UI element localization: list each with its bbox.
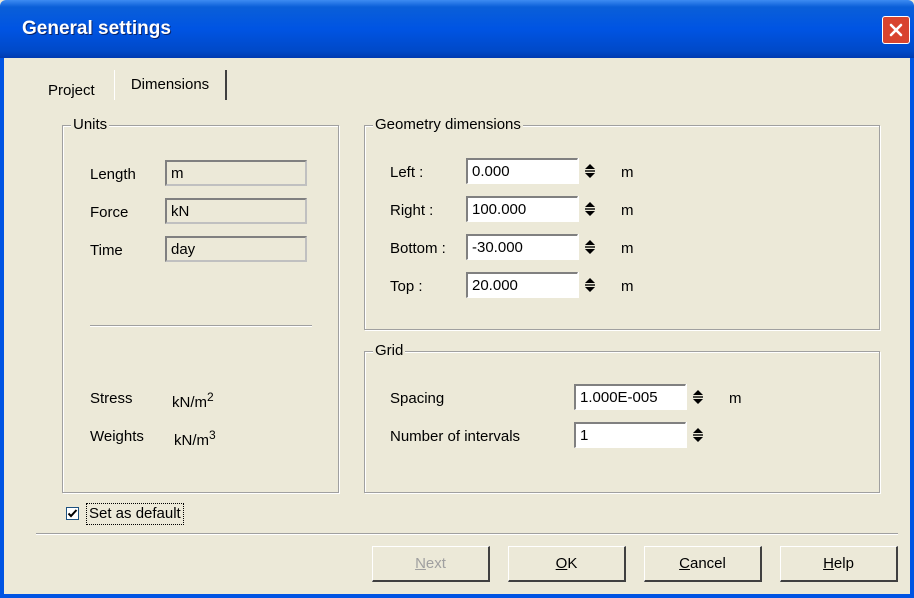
stress-unit: kN/m2 <box>172 386 214 414</box>
geometry-group-title: Geometry dimensions <box>373 116 523 134</box>
length-label: Length <box>90 166 136 183</box>
time-unit-field[interactable]: day <box>165 236 307 262</box>
spacing-input[interactable]: 1.000E-005 <box>574 384 686 410</box>
spin-updown-icon <box>584 240 595 254</box>
window-title: General settings <box>22 18 171 39</box>
ok-label: K <box>567 555 578 572</box>
help-label: elp <box>833 555 854 572</box>
right-label: Right : <box>390 202 434 219</box>
stress-unit-exponent: 2 <box>207 390 214 404</box>
top-unit: m <box>621 278 634 295</box>
weights-label: Weights <box>90 428 144 445</box>
cancel-label: ancel <box>689 555 726 572</box>
bottom-input[interactable]: -30.000 <box>466 234 578 260</box>
tab-project[interactable]: Project <box>48 76 95 106</box>
set-as-default-checkbox[interactable] <box>66 507 79 520</box>
weights-unit-base: kN/m <box>174 432 209 449</box>
spin-updown-icon <box>584 278 595 292</box>
next-label: ext <box>425 555 446 572</box>
units-group-title: Units <box>71 116 110 134</box>
bottom-unit: m <box>621 240 634 257</box>
intervals-label: Number of intervals <box>390 428 521 445</box>
close-button[interactable] <box>882 16 910 44</box>
title-bar[interactable]: General settings <box>0 0 914 58</box>
bottom-label: Bottom : <box>390 240 446 257</box>
force-unit-field[interactable]: kN <box>165 198 307 224</box>
left-spinner[interactable] <box>578 158 600 184</box>
checkmark-icon <box>67 509 78 518</box>
window-border-right <box>910 58 914 598</box>
right-spinner[interactable] <box>578 196 600 222</box>
spin-updown-icon <box>584 164 595 178</box>
left-unit: m <box>621 164 634 181</box>
bottom-spinner[interactable] <box>578 234 600 260</box>
spin-updown-icon <box>692 390 703 404</box>
grid-group-title: Grid <box>373 342 406 360</box>
right-unit: m <box>621 202 634 219</box>
tab-dimensions[interactable]: Dimensions <box>114 70 227 100</box>
geometry-group: Geometry dimensions <box>364 116 880 330</box>
stress-unit-base: kN/m <box>172 394 207 411</box>
top-spinner[interactable] <box>578 272 600 298</box>
intervals-input[interactable]: 1 <box>574 422 686 448</box>
button-separator <box>36 533 898 535</box>
right-input[interactable]: 100.000 <box>466 196 578 222</box>
top-input[interactable]: 20.000 <box>466 272 578 298</box>
weights-unit: kN/m3 <box>174 424 216 452</box>
length-unit-field[interactable]: m <box>165 160 307 186</box>
spin-updown-icon <box>692 428 703 442</box>
left-input[interactable]: 0.000 <box>466 158 578 184</box>
spacing-spinner[interactable] <box>686 384 708 410</box>
close-icon <box>889 23 903 37</box>
next-button[interactable]: Next <box>372 546 490 582</box>
ok-button[interactable]: OK <box>508 546 626 582</box>
spin-updown-icon <box>584 202 595 216</box>
intervals-spinner[interactable] <box>686 422 708 448</box>
spacing-unit: m <box>729 390 742 407</box>
cancel-accelerator: C <box>679 555 690 572</box>
cancel-button[interactable]: Cancel <box>644 546 762 582</box>
window-border-left <box>0 58 4 598</box>
weights-unit-exponent: 3 <box>209 428 216 442</box>
window-border-bottom <box>0 594 914 598</box>
help-accelerator: H <box>823 555 834 572</box>
set-as-default-label[interactable]: Set as default <box>86 503 184 525</box>
help-button[interactable]: Help <box>780 546 898 582</box>
force-label: Force <box>90 204 129 221</box>
time-label: Time <box>90 242 123 259</box>
stress-label: Stress <box>90 390 133 407</box>
ok-accelerator: O <box>555 555 568 572</box>
units-divider <box>90 325 312 327</box>
top-label: Top : <box>390 278 423 295</box>
spacing-label: Spacing <box>390 390 445 407</box>
left-label: Left : <box>390 164 424 181</box>
next-accelerator: N <box>415 555 426 572</box>
